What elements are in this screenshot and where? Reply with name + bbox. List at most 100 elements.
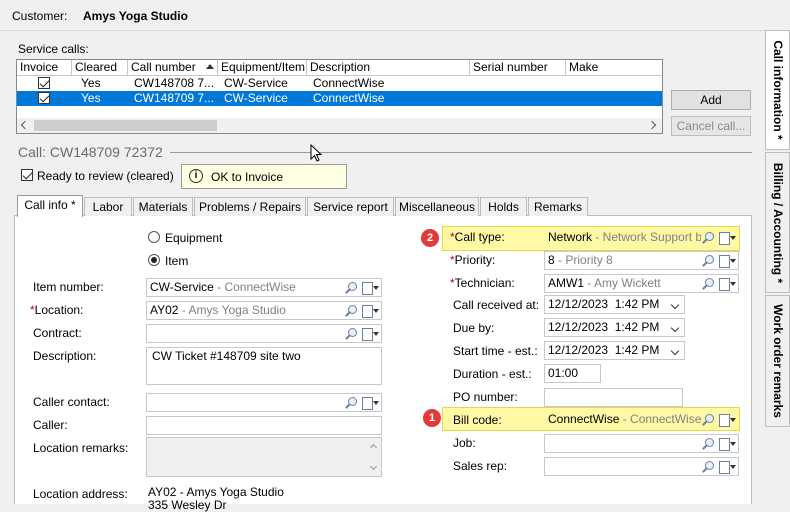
po-number-field[interactable] xyxy=(544,388,683,407)
cleared-cell: Yes xyxy=(81,76,101,90)
col-call-number[interactable]: Call number xyxy=(128,60,218,75)
step-2-badge: 2 xyxy=(421,229,439,247)
col-equipment[interactable]: Equipment/Item xyxy=(218,60,307,75)
picklist-icon[interactable] xyxy=(718,460,736,474)
tab-holds[interactable]: Holds xyxy=(480,197,527,216)
tab-remarks[interactable]: Remarks xyxy=(528,197,588,216)
lookup-icon[interactable] xyxy=(344,281,358,295)
call-type-label: *Call type: xyxy=(450,230,505,244)
ready-to-review-checkbox[interactable] xyxy=(21,169,33,181)
step-1-badge: 1 xyxy=(423,409,441,427)
priority-label-text: Priority: xyxy=(454,253,496,267)
picklist-icon[interactable] xyxy=(718,254,736,268)
description-textarea[interactable]: CW Ticket #148709 site two xyxy=(146,347,382,385)
location-field[interactable]: AY02 - Amys Yoga Studio xyxy=(146,301,382,320)
call-title-divider xyxy=(170,152,752,153)
start-time-picker[interactable]: 12/12/2023 1:42 PM xyxy=(544,341,685,360)
due-by-label: Due by: xyxy=(453,321,495,335)
item-radio[interactable] xyxy=(148,254,160,266)
po-number-label: PO number: xyxy=(453,390,518,404)
tab-problems-repairs[interactable]: Problems / Repairs xyxy=(194,197,306,216)
invoice-checkbox[interactable] xyxy=(38,92,50,104)
contract-field[interactable] xyxy=(146,324,382,343)
lookup-icon[interactable] xyxy=(344,304,358,318)
chevron-down-icon[interactable] xyxy=(670,323,680,333)
picklist-icon[interactable] xyxy=(718,413,736,427)
scrollbar-thumb[interactable] xyxy=(34,120,217,131)
info-icon: i xyxy=(189,169,203,183)
picklist-icon[interactable] xyxy=(361,304,379,318)
col-cleared[interactable]: Cleared xyxy=(72,60,128,75)
caller-contact-field[interactable] xyxy=(146,393,382,412)
side-tab-billing-accounting[interactable]: Billing / Accounting * xyxy=(765,152,790,293)
scroll-up-icon[interactable] xyxy=(369,443,378,452)
cleared-cell: Yes xyxy=(81,91,101,105)
col-make[interactable]: Make xyxy=(566,60,662,75)
due-by-time: 1:42 PM xyxy=(614,320,660,334)
bill-code-value: ConnectWise xyxy=(548,412,620,426)
call-number-cell: CW148708 7... xyxy=(134,76,215,90)
due-by-picker[interactable]: 12/12/2023 1:42 PM xyxy=(544,318,685,337)
grid-horizontal-scrollbar[interactable] xyxy=(17,118,662,133)
lookup-icon[interactable] xyxy=(701,277,715,291)
invoice-checkbox[interactable] xyxy=(38,77,50,89)
lookup-icon[interactable] xyxy=(344,327,358,341)
call-type-field[interactable]: Network - Network Support by H xyxy=(544,228,739,247)
call-received-picker[interactable]: 12/12/2023 1:42 PM xyxy=(544,295,685,314)
scroll-down-icon[interactable] xyxy=(369,462,378,471)
picklist-icon[interactable] xyxy=(718,231,736,245)
col-invoice[interactable]: Invoice xyxy=(17,60,72,75)
equipment-cell: CW-Service xyxy=(224,91,288,105)
equipment-radio[interactable] xyxy=(148,231,160,243)
lookup-icon[interactable] xyxy=(344,396,358,410)
chevron-down-icon[interactable] xyxy=(670,346,680,356)
mouse-cursor-icon xyxy=(310,144,323,162)
col-call-number-label: Call number xyxy=(131,60,196,74)
description-cell: ConnectWise xyxy=(313,76,385,90)
location-value: AY02 xyxy=(150,303,179,317)
description-value: CW Ticket #148709 site two xyxy=(152,349,301,363)
picklist-icon[interactable] xyxy=(718,277,736,291)
scroll-right-icon[interactable] xyxy=(647,120,657,130)
side-tab-call-information[interactable]: Call information * xyxy=(765,30,790,150)
scroll-left-icon[interactable] xyxy=(20,120,30,130)
item-radio-label: Item xyxy=(165,254,189,268)
tab-call-info[interactable]: Call info * xyxy=(17,195,83,217)
item-number-label: Item number: xyxy=(33,280,104,294)
job-field[interactable] xyxy=(544,434,739,453)
lookup-icon[interactable] xyxy=(701,413,715,427)
tab-materials[interactable]: Materials xyxy=(133,197,193,216)
picklist-icon[interactable] xyxy=(718,437,736,451)
caller-contact-label: Caller contact: xyxy=(33,395,110,409)
caller-field[interactable] xyxy=(146,416,382,435)
picklist-icon[interactable] xyxy=(361,281,379,295)
col-description[interactable]: Description xyxy=(307,60,470,75)
caller-label: Caller: xyxy=(33,418,68,432)
chevron-down-icon[interactable] xyxy=(670,300,680,310)
technician-field[interactable]: AMW1 - Amy Wickett xyxy=(544,274,739,293)
location-remarks-field[interactable] xyxy=(146,437,382,477)
side-tab-call-information-label: Call information * xyxy=(770,40,785,140)
lookup-icon[interactable] xyxy=(701,460,715,474)
address-line-2: 335 Wesley Dr xyxy=(148,498,227,512)
cancel-call-button[interactable]: Cancel call... xyxy=(671,116,751,136)
start-time-date: 12/12/2023 xyxy=(548,343,609,357)
side-tab-work-order-remarks[interactable]: Work order remarks xyxy=(765,295,790,427)
col-serial-number[interactable]: Serial number xyxy=(470,60,566,75)
tab-service-report[interactable]: Service report xyxy=(307,197,394,216)
lookup-icon[interactable] xyxy=(701,437,715,451)
item-number-field[interactable]: CW-Service - ConnectWise xyxy=(146,278,382,297)
priority-field[interactable]: 8 - Priority 8 xyxy=(544,251,739,270)
bill-code-field[interactable]: ConnectWise - ConnectWise billi xyxy=(544,410,739,429)
picklist-icon[interactable] xyxy=(361,396,379,410)
duration-field[interactable]: 01:00 xyxy=(544,364,601,383)
call-title: Call: CW148709 72372 xyxy=(18,144,163,160)
picklist-icon[interactable] xyxy=(361,327,379,341)
add-button[interactable]: Add xyxy=(671,90,751,110)
tab-labor[interactable]: Labor xyxy=(84,197,132,216)
tab-miscellaneous[interactable]: Miscellaneous xyxy=(395,197,479,216)
lookup-icon[interactable] xyxy=(701,231,715,245)
sales-rep-field[interactable] xyxy=(544,457,739,476)
equipment-cell: CW-Service xyxy=(224,76,288,90)
lookup-icon[interactable] xyxy=(701,254,715,268)
